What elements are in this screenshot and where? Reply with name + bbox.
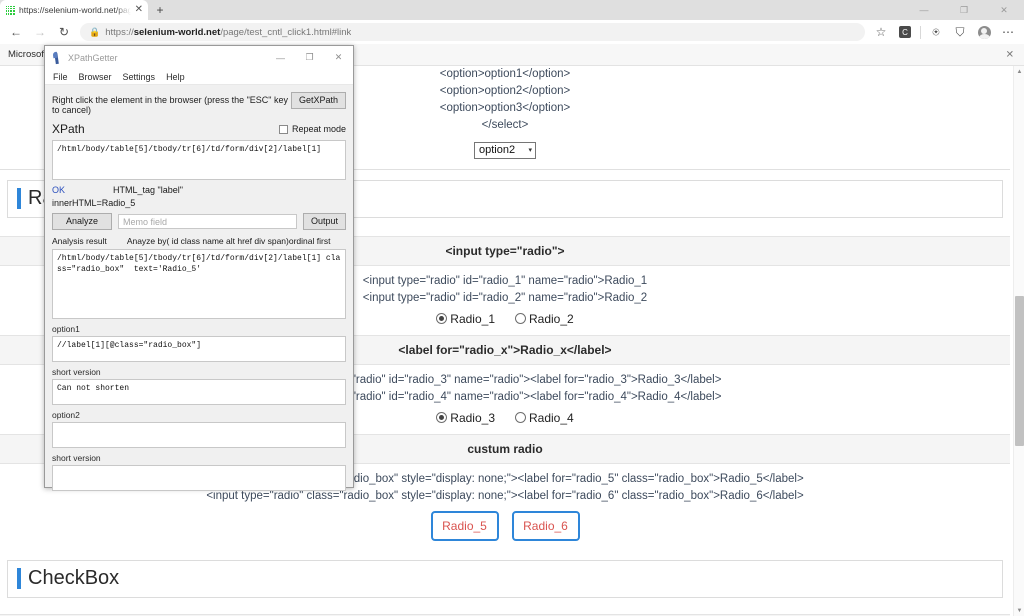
option-select-value: option2 xyxy=(479,144,516,156)
radio-option-radio-4[interactable]: Radio_4 xyxy=(515,411,574,425)
checkbox-section-heading: CheckBox xyxy=(7,559,1003,598)
reload-icon[interactable]: ↻ xyxy=(52,21,76,43)
favorite-star-icon[interactable]: ☆ xyxy=(869,21,893,43)
memo-field[interactable]: Memo field xyxy=(118,214,297,229)
html-tag-text: HTML_tag "label" xyxy=(113,185,183,195)
scroll-down-icon[interactable]: ▼ xyxy=(1014,605,1024,616)
repeat-mode-label: Repeat mode xyxy=(291,124,346,134)
address-bar-url: https://selenium-world.net/page/test_cnt… xyxy=(105,26,352,38)
radio-icon[interactable] xyxy=(436,412,448,423)
option-select[interactable]: option2 ▾ xyxy=(474,141,536,159)
collections-icon[interactable]: ⍟ xyxy=(924,21,948,43)
radio-label: Radio_2 xyxy=(529,311,574,326)
radio-6-button[interactable]: Radio_6 xyxy=(511,510,580,541)
radio-5-button[interactable]: Radio_5 xyxy=(430,510,499,541)
inner-html-text: innerHTML=Radio_5 xyxy=(52,198,136,208)
page-title: CheckBox xyxy=(28,567,120,589)
analysis-result-note: Anayze by( id class name alt href div sp… xyxy=(126,236,331,246)
window-minimize-button[interactable]: — xyxy=(904,0,944,20)
checkbox-icon[interactable] xyxy=(278,124,288,134)
option2-textarea[interactable] xyxy=(52,422,346,448)
dialog-window-controls: — ❐ ✕ xyxy=(266,46,353,69)
feather-app-icon xyxy=(51,52,62,64)
lock-icon: 🔒 xyxy=(89,26,101,37)
output-button[interactable]: Output xyxy=(302,213,346,230)
radio-icon[interactable] xyxy=(436,313,448,324)
menu-item-browser[interactable]: Browser xyxy=(79,72,112,82)
browser-tab[interactable]: https://selenium-world.net/page ✕ xyxy=(0,0,148,20)
menu-item-settings[interactable]: Settings xyxy=(123,72,156,82)
tab-close-icon[interactable]: ✕ xyxy=(135,5,143,15)
option1-textarea[interactable]: //label[1][@class="radio_box"] xyxy=(52,336,346,362)
short-version-1-textarea[interactable]: Can not shorten xyxy=(52,379,346,405)
analyze-button[interactable]: Analyze xyxy=(52,213,113,230)
analysis-result-textarea[interactable]: /html/body/table[5]/tbody/tr[6]/td/form/… xyxy=(52,249,346,319)
forward-icon[interactable]: → xyxy=(28,21,52,43)
custom-radio-buttons: Radio_5 Radio_6 xyxy=(0,510,1010,541)
dialog-title-bar[interactable]: XPathGetter — ❐ ✕ xyxy=(45,46,353,69)
back-icon[interactable]: ← xyxy=(4,21,28,43)
browser-essentials-icon[interactable]: ⛉ xyxy=(948,21,972,43)
menu-item-help[interactable]: Help xyxy=(166,72,185,82)
status-ok: OK xyxy=(52,185,66,195)
dialog-close-button[interactable]: ✕ xyxy=(324,46,353,69)
profile-avatar[interactable] xyxy=(972,21,996,43)
window-controls: — ❐ ✕ xyxy=(904,0,1024,20)
option2-label: option2 xyxy=(52,410,80,420)
get-xpath-button[interactable]: GetXPath xyxy=(290,92,346,109)
repeat-mode-checkbox[interactable]: Repeat mode xyxy=(278,124,346,134)
dialog-body: Right click the element in the browser (… xyxy=(45,85,353,491)
option1-label: option1 xyxy=(52,324,80,334)
scrollbar-thumb[interactable] xyxy=(1015,296,1024,446)
radio-option-radio-1[interactable]: Radio_1 xyxy=(436,312,495,326)
toolbar-actions: ☆ C ⍟ ⛉ ⋯ xyxy=(869,21,1020,43)
chevron-down-icon: ▾ xyxy=(528,147,532,154)
heading-accent-bar xyxy=(17,188,21,209)
bookmark-bar-close-icon[interactable]: ✕ xyxy=(1006,49,1014,60)
settings-more-icon[interactable]: ⋯ xyxy=(996,21,1020,43)
dialog-minimize-button[interactable]: — xyxy=(266,46,295,69)
short-version-2-label: short version xyxy=(52,453,101,463)
xpath-label: XPath xyxy=(52,122,85,136)
window-maximize-button[interactable]: ❐ xyxy=(944,0,984,20)
tab-title: https://selenium-world.net/page xyxy=(19,5,131,15)
radio-label: Radio_4 xyxy=(529,410,574,425)
xpath-textarea[interactable]: /html/body/table[5]/tbody/tr[6]/td/form/… xyxy=(52,140,346,180)
extension-c-icon[interactable]: C xyxy=(893,21,917,43)
short-version-1-label: short version xyxy=(52,367,101,377)
heading-accent-bar xyxy=(17,568,21,589)
radio-option-radio-3[interactable]: Radio_3 xyxy=(436,411,495,425)
dialog-maximize-button[interactable]: ❐ xyxy=(295,46,324,69)
window-close-button[interactable]: ✕ xyxy=(984,0,1024,20)
radio-icon[interactable] xyxy=(515,313,526,324)
xpathgetter-dialog: XPathGetter — ❐ ✕ File Browser Settings … xyxy=(44,45,354,491)
new-tab-button[interactable]: + xyxy=(148,0,172,20)
browser-toolbar: ← → ↻ 🔒 https://selenium-world.net/page/… xyxy=(0,20,1024,44)
analysis-result-label: Analysis result xyxy=(52,236,107,246)
menu-item-file[interactable]: File xyxy=(53,72,68,82)
address-bar[interactable]: 🔒 https://selenium-world.net/page/test_c… xyxy=(80,23,865,41)
grid-favicon-icon xyxy=(6,5,15,15)
radio-label: Radio_3 xyxy=(450,410,495,425)
page-scrollbar[interactable]: ▲ ▼ xyxy=(1013,66,1024,616)
short-version-2-textarea[interactable] xyxy=(52,465,346,491)
radio-label: Radio_1 xyxy=(450,311,495,326)
instruction-text: Right click the element in the browser (… xyxy=(52,95,288,115)
browser-window: https://selenium-world.net/page ✕ + — ❐ … xyxy=(0,0,1024,616)
avatar-icon xyxy=(977,25,991,39)
dialog-title: XPathGetter xyxy=(68,52,118,63)
dialog-menu-bar: File Browser Settings Help xyxy=(45,69,353,85)
scroll-up-icon[interactable]: ▲ xyxy=(1014,66,1024,77)
radio-icon[interactable] xyxy=(515,412,526,423)
radio-option-radio-2[interactable]: Radio_2 xyxy=(515,312,574,326)
toolbar-divider xyxy=(920,25,921,39)
tab-strip: https://selenium-world.net/page ✕ + — ❐ … xyxy=(0,0,1024,20)
